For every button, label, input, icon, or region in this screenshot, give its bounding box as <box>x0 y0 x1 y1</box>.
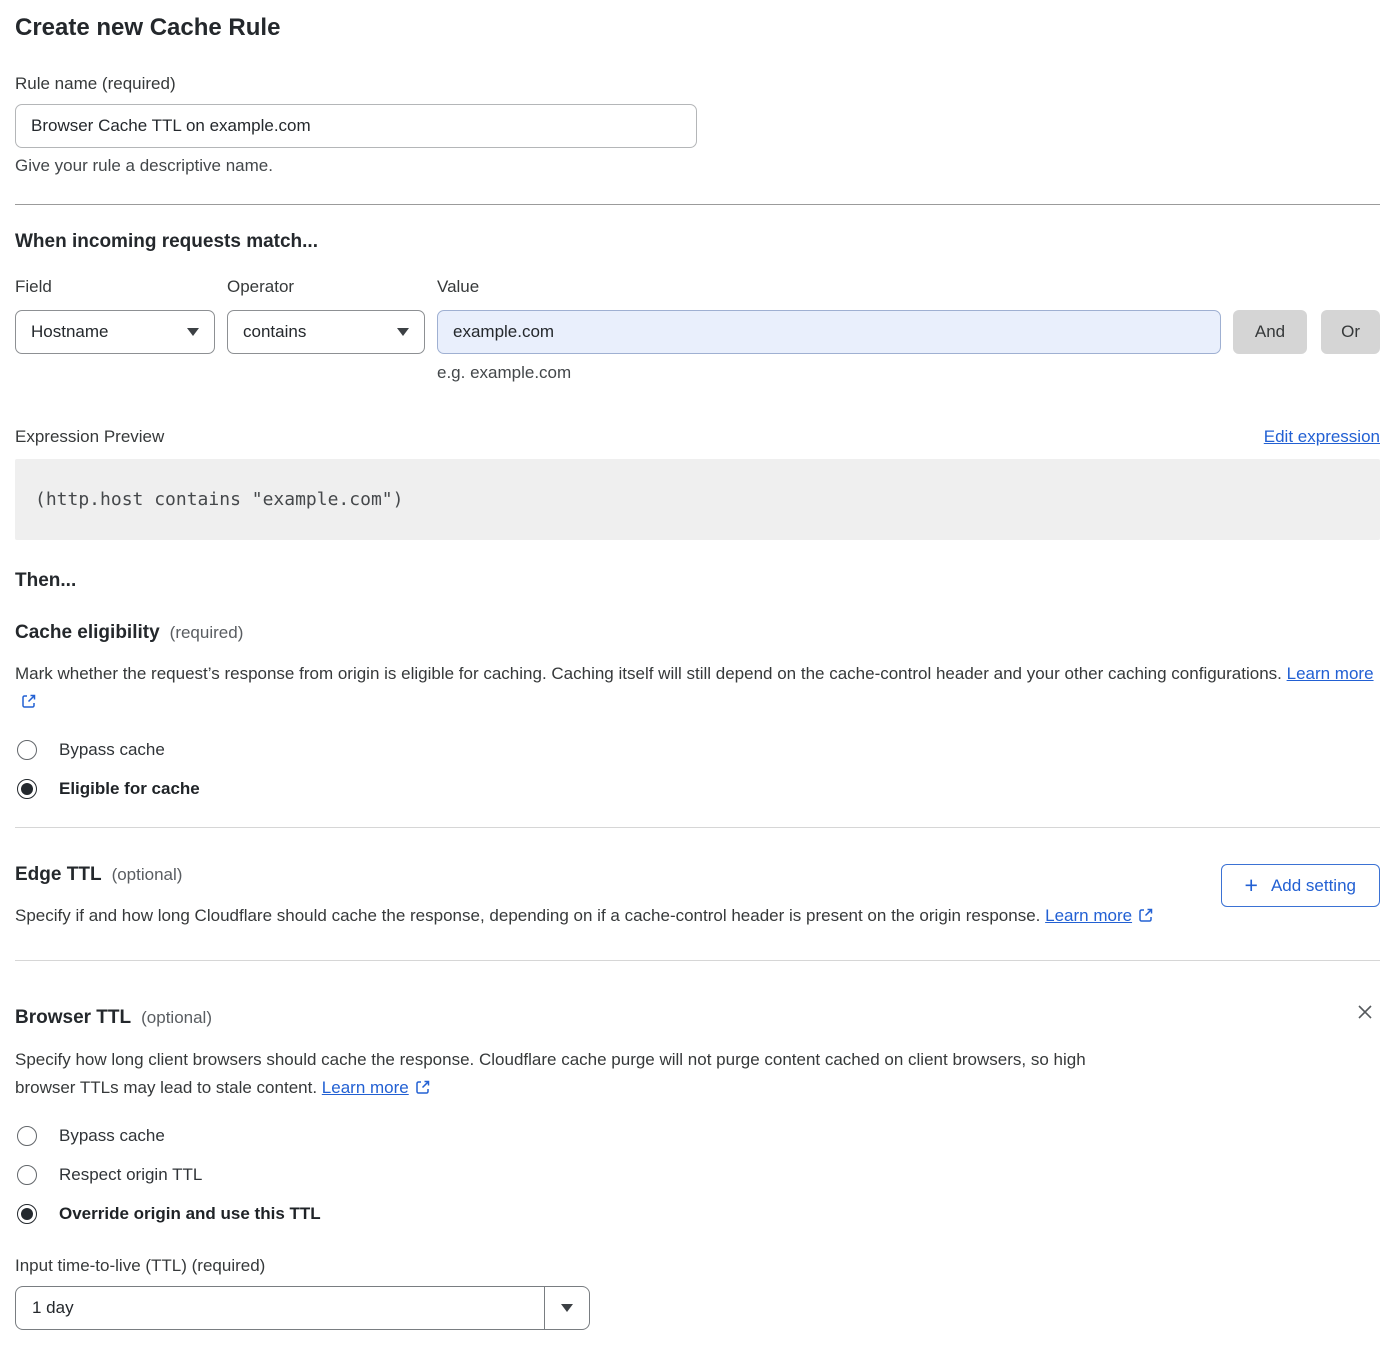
edit-expression-link[interactable]: Edit expression <box>1264 427 1380 447</box>
browser-ttl-title: Browser TTL <box>15 1007 131 1029</box>
match-controls-row: Hostname contains And Or <box>15 310 1380 354</box>
divider <box>15 204 1380 205</box>
divider <box>15 827 1380 828</box>
match-column-labels: Field Operator Value <box>15 277 1380 297</box>
page-title: Create new Cache Rule <box>15 14 1380 42</box>
radio-option-bypass-cache[interactable]: Bypass cache <box>15 740 1380 760</box>
ttl-input-field: Input time-to-live (TTL) (required) 1 da… <box>15 1256 1380 1330</box>
chevron-down-icon <box>187 328 199 336</box>
radio-button[interactable] <box>17 1204 37 1224</box>
cache-eligibility-description: Mark whether the request’s response from… <box>15 660 1380 718</box>
add-setting-button[interactable]: + Add setting <box>1221 864 1381 907</box>
close-icon[interactable] <box>1350 997 1380 1030</box>
then-heading: Then... <box>15 570 1380 592</box>
expression-preview-label: Expression Preview <box>15 427 164 447</box>
match-heading: When incoming requests match... <box>15 231 1380 253</box>
expression-code-block: (http.host contains "example.com") <box>15 459 1380 540</box>
description-text: Specify if and how long Cloudflare shoul… <box>15 906 1040 925</box>
radio-option-bypass-cache[interactable]: Bypass cache <box>15 1126 1380 1146</box>
browser-ttl-options: Bypass cache Respect origin TTL Override… <box>15 1126 1380 1224</box>
edge-ttl-section: Edge TTL (optional) Specify if and how l… <box>15 854 1380 932</box>
ttl-input-label: Input time-to-live (TTL) (required) <box>15 1256 1380 1276</box>
radio-label: Bypass cache <box>59 740 165 760</box>
edge-ttl-header: Edge TTL (optional) <box>15 864 1197 886</box>
radio-label: Eligible for cache <box>59 779 200 799</box>
chevron-down-icon <box>561 1304 573 1312</box>
ttl-select-value: 1 day <box>16 1298 544 1318</box>
value-input[interactable] <box>437 310 1221 354</box>
field-select-value: Hostname <box>31 322 108 342</box>
operator-select-value: contains <box>243 322 306 342</box>
radio-label: Override origin and use this TTL <box>59 1204 321 1224</box>
cache-eligibility-title: Cache eligibility <box>15 622 160 644</box>
divider <box>15 960 1380 961</box>
learn-more-link[interactable]: Learn more <box>1045 906 1132 925</box>
expression-preview-row: Expression Preview Edit expression <box>15 427 1380 447</box>
cache-eligibility-options: Bypass cache Eligible for cache <box>15 740 1380 799</box>
external-link-icon <box>21 690 37 718</box>
cache-eligibility-header: Cache eligibility (required) <box>15 622 1380 644</box>
edge-ttl-title: Edge TTL <box>15 864 102 886</box>
chevron-down-icon <box>397 328 409 336</box>
radio-label: Bypass cache <box>59 1126 165 1146</box>
radio-button[interactable] <box>17 779 37 799</box>
ttl-select[interactable]: 1 day <box>15 1286 590 1330</box>
required-badge: (required) <box>170 623 244 643</box>
radio-button[interactable] <box>17 740 37 760</box>
external-link-icon <box>1138 904 1154 932</box>
browser-ttl-header: Browser TTL (optional) <box>15 997 1380 1030</box>
ttl-select-arrow-box[interactable] <box>544 1287 589 1329</box>
field-select[interactable]: Hostname <box>15 310 215 354</box>
radio-label: Respect origin TTL <box>59 1165 202 1185</box>
or-button[interactable]: Or <box>1321 310 1380 354</box>
description-text: Specify how long client browsers should … <box>15 1050 1086 1097</box>
learn-more-link[interactable]: Learn more <box>1287 664 1374 683</box>
browser-ttl-section: Browser TTL (optional) Specify how long … <box>15 987 1380 1330</box>
description-text: Mark whether the request’s response from… <box>15 664 1282 683</box>
value-hint: e.g. example.com <box>437 363 1380 383</box>
create-cache-rule-form: Create new Cache Rule Rule name (require… <box>0 0 1400 1350</box>
edge-ttl-description: Specify if and how long Cloudflare shoul… <box>15 902 1197 932</box>
rule-name-label: Rule name (required) <box>15 74 1380 94</box>
optional-badge: (optional) <box>112 865 183 885</box>
cache-eligibility-section: Cache eligibility (required) Mark whethe… <box>15 622 1380 799</box>
plus-icon: + <box>1245 874 1258 897</box>
add-setting-label: Add setting <box>1271 876 1356 896</box>
radio-button[interactable] <box>17 1165 37 1185</box>
external-link-icon <box>415 1076 431 1104</box>
operator-label: Operator <box>227 277 437 297</box>
learn-more-link[interactable]: Learn more <box>322 1078 409 1097</box>
value-label: Value <box>437 277 1380 297</box>
rule-name-help: Give your rule a descriptive name. <box>15 156 1380 176</box>
field-label: Field <box>15 277 227 297</box>
radio-option-eligible-for-cache[interactable]: Eligible for cache <box>15 779 1380 799</box>
optional-badge: (optional) <box>141 1008 212 1028</box>
and-button[interactable]: And <box>1233 310 1307 354</box>
operator-select[interactable]: contains <box>227 310 425 354</box>
browser-ttl-description: Specify how long client browsers should … <box>15 1046 1113 1104</box>
rule-name-input[interactable] <box>15 104 697 148</box>
radio-button[interactable] <box>17 1126 37 1146</box>
edge-ttl-text: Edge TTL (optional) Specify if and how l… <box>15 864 1197 932</box>
radio-option-respect-origin-ttl[interactable]: Respect origin TTL <box>15 1165 1380 1185</box>
radio-option-override-origin-ttl[interactable]: Override origin and use this TTL <box>15 1204 1380 1224</box>
